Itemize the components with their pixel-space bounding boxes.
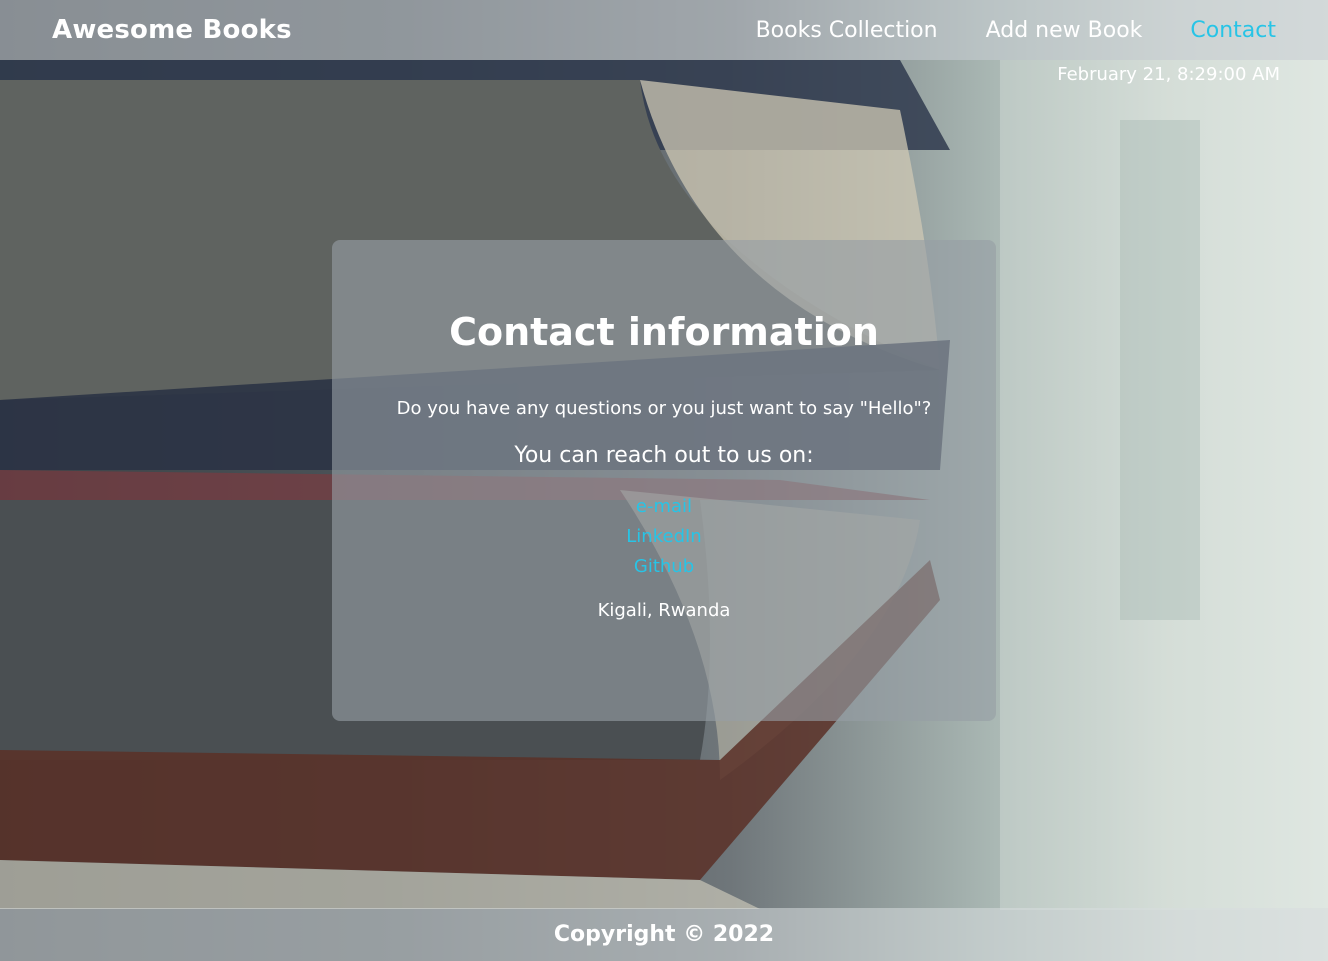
nav-link-add-new-book[interactable]: Add new Book [986,18,1143,43]
nav-links: Books Collection Add new Book Contact [756,18,1276,43]
nav-link-contact[interactable]: Contact [1190,18,1276,43]
github-link[interactable]: Github [332,552,996,582]
email-link[interactable]: e-mail [332,492,996,522]
contact-question: Do you have any questions or you just wa… [396,398,932,419]
linkedin-link[interactable]: LinkedIn [332,522,996,552]
contact-title: Contact information [449,310,879,354]
navbar: Awesome Books Books Collection Add new B… [0,0,1328,60]
current-datetime: February 21, 8:29:00 AM [1057,64,1280,85]
contact-location: Kigali, Rwanda [597,600,731,621]
page: Awesome Books Books Collection Add new B… [0,0,1328,961]
footer: Copyright © 2022 [0,908,1328,961]
nav-link-books-collection[interactable]: Books Collection [756,18,938,43]
brand-title[interactable]: Awesome Books [52,15,292,45]
contact-card: Contact information Do you have any ques… [332,240,996,721]
contact-links: e-mail LinkedIn Github [332,492,996,582]
copyright-text: Copyright © 2022 [553,922,775,947]
contact-reach-text: You can reach out to us on: [514,443,814,468]
